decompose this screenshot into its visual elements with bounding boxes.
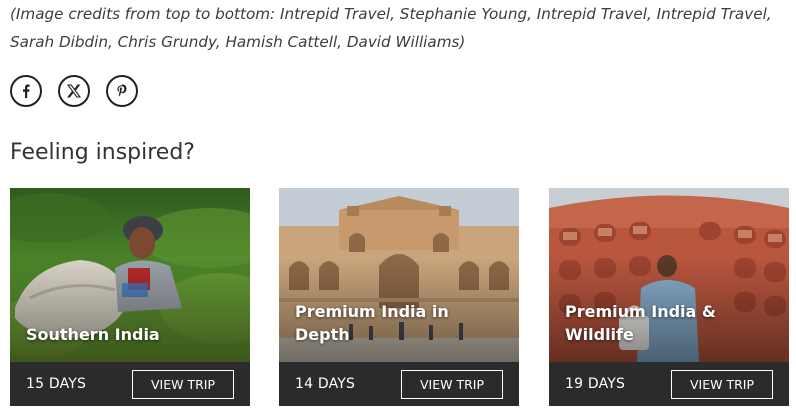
x-twitter-icon bbox=[67, 84, 81, 98]
trip-footer: 14 DAYS VIEW TRIP bbox=[279, 362, 519, 406]
facebook-icon bbox=[23, 84, 30, 98]
image-credits: (Image credits from top to bottom: Intre… bbox=[10, 5, 772, 51]
trip-footer: 15 DAYS VIEW TRIP bbox=[10, 362, 250, 406]
trip-card-premium-india-in-depth[interactable]: Premium India in Depth 14 DAYS VIEW TRIP bbox=[279, 188, 519, 406]
trip-footer: 19 DAYS VIEW TRIP bbox=[549, 362, 789, 406]
view-trip-button[interactable]: VIEW TRIP bbox=[401, 369, 503, 399]
trip-image: Premium India & Wildlife bbox=[549, 188, 789, 362]
trip-duration: 14 DAYS bbox=[295, 376, 356, 392]
trip-title: Premium India & Wildlife bbox=[565, 302, 716, 344]
trip-image: Premium India in Depth bbox=[279, 188, 519, 362]
share-facebook-button[interactable] bbox=[10, 75, 42, 107]
share-pinterest-button[interactable] bbox=[106, 75, 138, 107]
pinterest-icon bbox=[117, 84, 127, 97]
share-buttons bbox=[10, 75, 138, 107]
trip-title: Southern India bbox=[26, 325, 160, 344]
section-title: Feeling inspired? bbox=[10, 140, 195, 165]
share-x-button[interactable] bbox=[58, 75, 90, 107]
trip-duration: 15 DAYS bbox=[26, 376, 87, 392]
trip-card-southern-india[interactable]: Southern India 15 DAYS VIEW TRIP bbox=[10, 188, 250, 406]
trip-title: Premium India in Depth bbox=[295, 302, 449, 344]
view-trip-button[interactable]: VIEW TRIP bbox=[671, 369, 773, 399]
trip-card-premium-india-and-wildlife[interactable]: Premium India & Wildlife 19 DAYS VIEW TR… bbox=[549, 188, 789, 406]
trip-duration: 19 DAYS bbox=[565, 376, 626, 392]
view-trip-button[interactable]: VIEW TRIP bbox=[132, 369, 234, 399]
trip-image: Southern India bbox=[10, 188, 250, 362]
